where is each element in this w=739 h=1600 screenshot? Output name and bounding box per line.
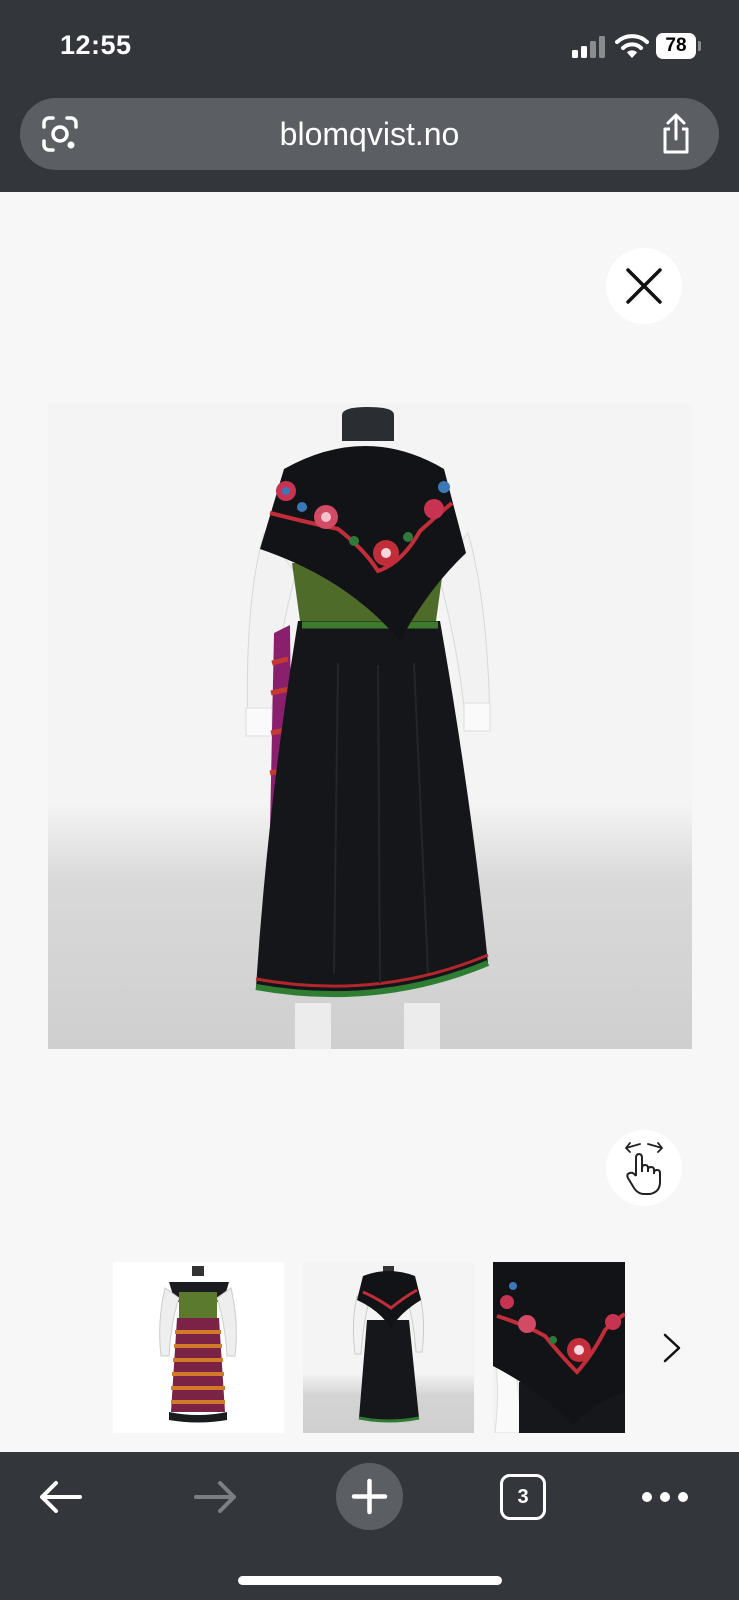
wifi-icon <box>615 34 649 58</box>
battery-level: 78 <box>656 33 696 59</box>
close-button[interactable] <box>606 248 682 324</box>
thumbnail-3[interactable] <box>493 1262 625 1433</box>
close-icon <box>626 268 662 304</box>
status-time: 12:55 <box>60 30 132 60</box>
browser-top-bar: 12:55 78 blomqvist.no <box>0 0 739 192</box>
tab-switcher-button[interactable]: 3 <box>500 1474 546 1520</box>
swipe-gesture-icon <box>625 1142 663 1195</box>
thumbnail-shawl-detail <box>493 1262 625 1433</box>
url-text[interactable]: blomqvist.no <box>20 98 719 170</box>
next-image-button[interactable] <box>654 1318 690 1378</box>
new-tab-button[interactable] <box>336 1463 403 1530</box>
product-image-main[interactable] <box>48 403 692 1049</box>
battery-icon: 78 <box>656 33 702 59</box>
home-indicator <box>238 1576 502 1585</box>
address-bar[interactable]: blomqvist.no <box>20 98 719 170</box>
back-arrow-icon[interactable] <box>36 1472 86 1522</box>
browser-bottom-toolbar: 3 <box>0 1452 739 1600</box>
cellular-signal-icon <box>572 36 605 58</box>
more-icon[interactable] <box>640 1479 690 1515</box>
plus-icon <box>351 1478 388 1515</box>
thumbnail-2[interactable] <box>303 1262 474 1433</box>
chevron-right-icon <box>663 1333 681 1363</box>
thumbnail-strip[interactable] <box>113 1262 625 1434</box>
forward-arrow-icon[interactable] <box>190 1472 240 1522</box>
swipe-hint <box>606 1130 682 1206</box>
dress-back-view <box>245 407 491 1049</box>
share-icon[interactable] <box>656 112 696 156</box>
thumbnail-back-view <box>303 1262 474 1433</box>
thumbnail-1[interactable] <box>113 1262 284 1433</box>
thumbnail-front-view <box>113 1262 284 1433</box>
